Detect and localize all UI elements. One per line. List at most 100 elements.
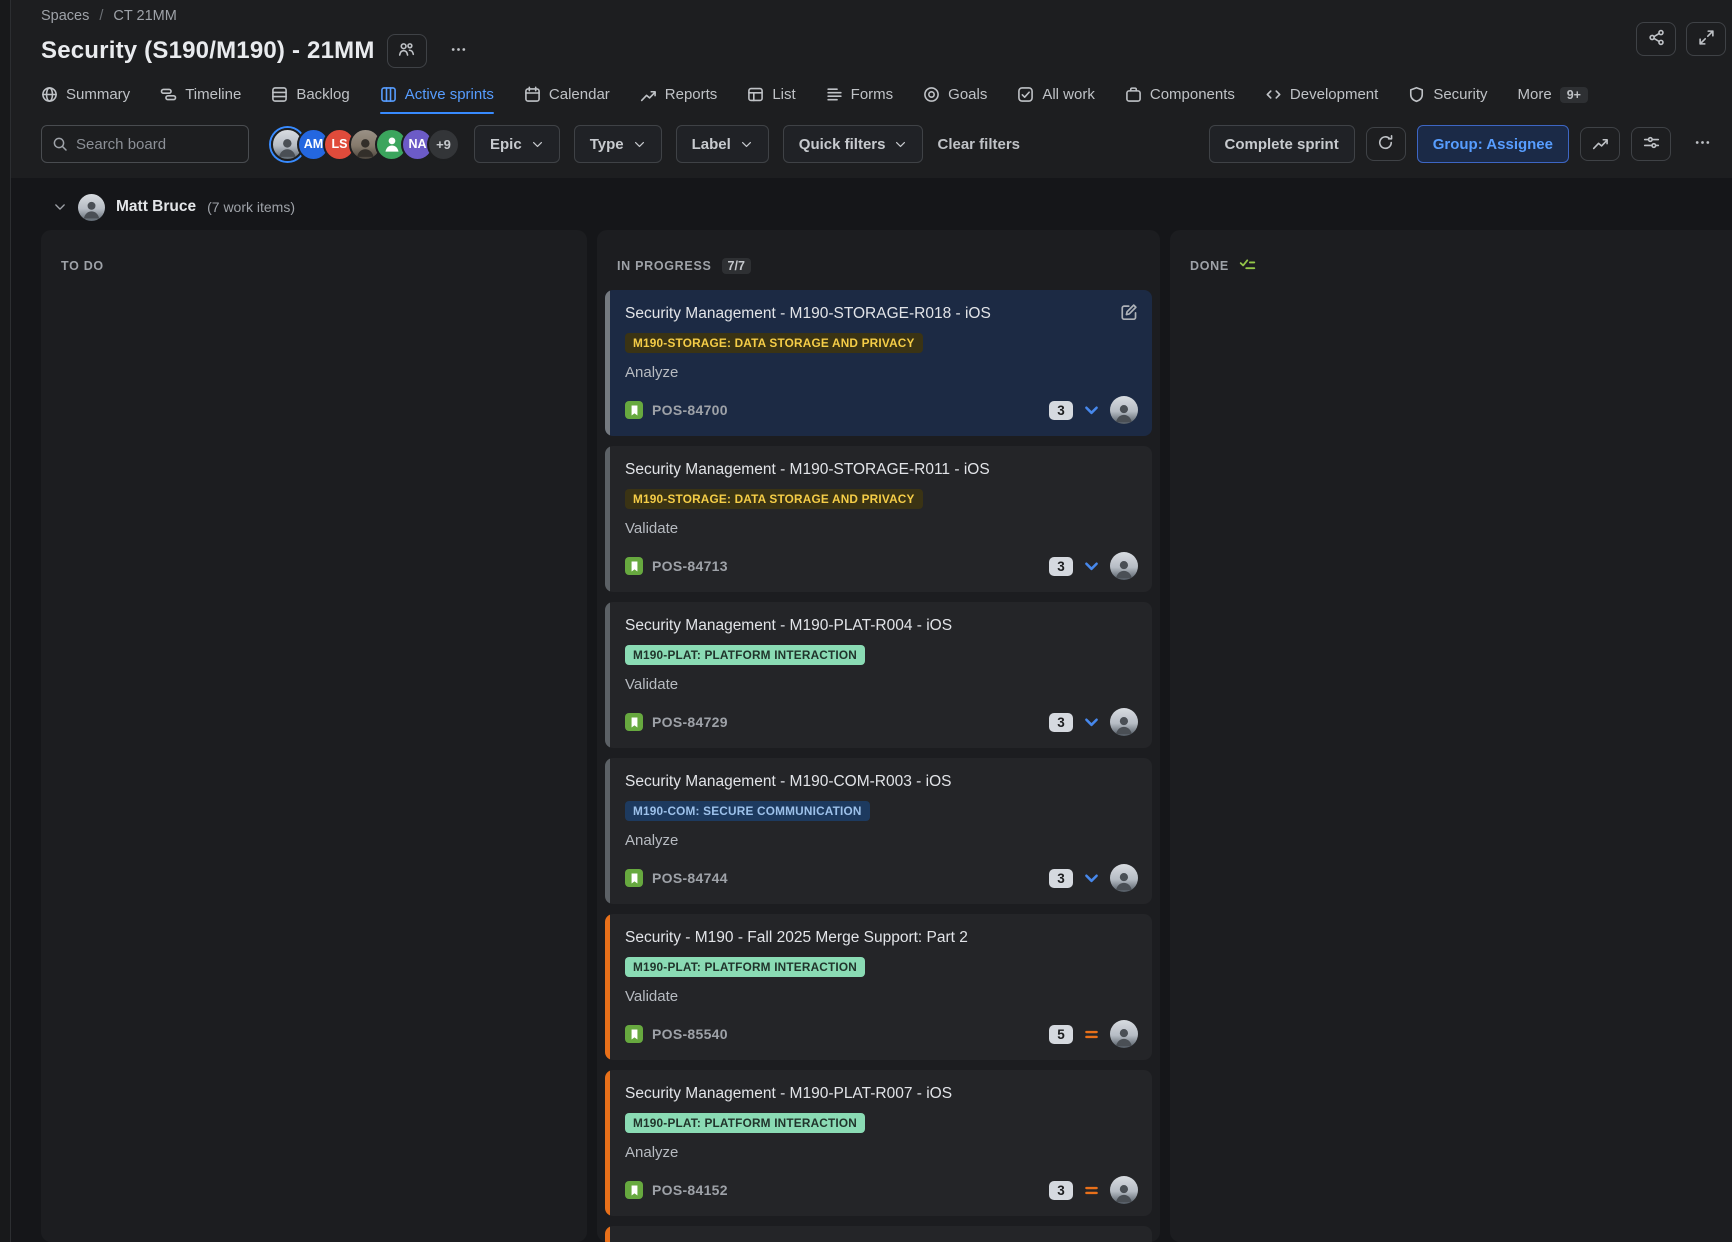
clear-filters-button[interactable]: Clear filters <box>937 136 1020 153</box>
story-points-badge: 3 <box>1049 401 1073 420</box>
story-type-icon <box>625 1025 643 1043</box>
issue-status: Analyze <box>625 832 1138 849</box>
label-dropdown[interactable]: Label <box>676 125 769 163</box>
refresh-button[interactable] <box>1366 127 1406 161</box>
timeline-icon <box>160 86 177 103</box>
epic-dropdown[interactable]: Epic <box>474 125 560 163</box>
team-button[interactable] <box>387 34 427 68</box>
column-title: IN PROGRESS <box>617 259 712 273</box>
edit-icon <box>1120 303 1138 321</box>
assignee-avatar <box>1110 864 1138 892</box>
search-input[interactable] <box>76 136 238 153</box>
issue-title: Security Management - M190-COM-R003 - iO… <box>625 771 1138 792</box>
sliders-icon <box>1643 134 1660 154</box>
chevron-down-icon <box>531 138 544 151</box>
filter-bar: AMLSNA+9 Epic Type Label Quick filters C… <box>0 124 1732 164</box>
tab-active-sprints[interactable]: Active sprints <box>380 86 494 114</box>
tab-reports[interactable]: Reports <box>640 86 718 114</box>
issue-title: Security Management - M190-PLAT-R007 - i… <box>625 1083 1138 1104</box>
swimlane-header[interactable]: Matt Bruce (7 work items) <box>41 178 295 230</box>
chart-line-icon <box>1592 134 1609 154</box>
story-type-icon <box>625 869 643 887</box>
expand-icon <box>1698 29 1715 49</box>
reports-icon <box>640 86 657 103</box>
issue-title: Security - M190 - Fall 2025 Merge Suppor… <box>625 927 1138 948</box>
issue-status: Validate <box>625 676 1138 693</box>
issue-card[interactable]: Security - M190 - Fall 2025 Merge Suppor… <box>605 914 1152 1060</box>
done-checklist-icon <box>1239 258 1256 275</box>
tab-all-work[interactable]: All work <box>1017 86 1095 114</box>
story-type-icon <box>625 401 643 419</box>
issue-card[interactable]: Security Management - M190-COM-R003 - iO… <box>605 758 1152 904</box>
breadcrumb-project[interactable]: CT 21MM <box>113 8 176 24</box>
tab-development[interactable]: Development <box>1265 86 1378 114</box>
breadcrumb-spaces[interactable]: Spaces <box>41 8 89 24</box>
column-count-badge: 7/7 <box>722 258 751 274</box>
header-more-button[interactable] <box>439 34 479 68</box>
issue-card[interactable]: Security Management - M190-PLAT-R007 - i… <box>605 1070 1152 1216</box>
share-button[interactable] <box>1636 22 1676 56</box>
table-icon <box>747 86 764 103</box>
page-header: Spaces / CT 21MM Security (S190/M190) - … <box>0 0 1732 114</box>
board-actions: Complete sprint Group: Assignee <box>1209 125 1722 163</box>
all-work-icon <box>1017 86 1034 103</box>
issue-card[interactable]: Security Management - M190-PLAT-R004 - i… <box>605 602 1152 748</box>
group-by-button[interactable]: Group: Assignee <box>1417 125 1569 163</box>
issue-status: Analyze <box>625 364 1138 381</box>
collapse-chevron-icon[interactable] <box>53 200 67 214</box>
refresh-icon <box>1377 134 1394 154</box>
complete-sprint-button[interactable]: Complete sprint <box>1209 125 1355 163</box>
issue-label-badge: M190-COM: SECURE COMMUNICATION <box>625 801 870 821</box>
tab-forms[interactable]: Forms <box>826 86 894 114</box>
type-dropdown[interactable]: Type <box>574 125 662 163</box>
filter-avatar-9[interactable]: +9 <box>427 128 460 161</box>
story-points-badge: 3 <box>1049 557 1073 576</box>
tab-more[interactable]: More 9+ <box>1518 86 1588 114</box>
story-points-badge: 5 <box>1049 1025 1073 1044</box>
assignee-avatar <box>1110 708 1138 736</box>
board-more-button[interactable] <box>1682 127 1722 161</box>
story-points-badge: 3 <box>1049 869 1073 888</box>
development-icon <box>1265 86 1282 103</box>
tab-calendar[interactable]: Calendar <box>524 86 610 114</box>
filter-dropdowns: Epic Type Label Quick filters <box>474 125 923 163</box>
expand-button[interactable] <box>1686 22 1726 56</box>
tab-list[interactable]: List <box>747 86 795 114</box>
tab-components[interactable]: Components <box>1125 86 1235 114</box>
view-settings-button[interactable] <box>1631 127 1671 161</box>
issue-label-badge: M190-PLAT: PLATFORM INTERACTION <box>625 957 865 977</box>
story-type-icon <box>625 557 643 575</box>
tab-backlog[interactable]: Backlog <box>271 86 349 114</box>
issue-title: Security Management - M190-STORAGE-R011 … <box>625 459 1138 480</box>
issue-label-badge: M190-STORAGE: DATA STORAGE AND PRIVACY <box>625 333 923 353</box>
tab-summary[interactable]: Summary <box>41 86 130 114</box>
issue-key: POS-84744 <box>652 870 728 886</box>
issue-key: POS-84713 <box>652 558 728 574</box>
swimlane-name: Matt Bruce <box>116 198 196 216</box>
tab-goals[interactable]: Goals <box>923 86 987 114</box>
backlog-icon <box>271 86 288 103</box>
calendar-icon <box>524 86 541 103</box>
shield-icon <box>1408 86 1425 103</box>
forms-icon <box>826 86 843 103</box>
edit-summary-button[interactable] <box>1120 303 1138 321</box>
issue-status: Validate <box>625 988 1138 1005</box>
globe-icon <box>41 86 58 103</box>
column-to-do: TO DO <box>41 230 587 1242</box>
issue-card[interactable]: Security Management - M190-STORAGE-R011 … <box>605 446 1152 592</box>
assignee-avatar <box>1110 1176 1138 1204</box>
minor-priority-icon <box>1082 869 1101 888</box>
tab-timeline[interactable]: Timeline <box>160 86 241 114</box>
chevron-down-icon <box>894 138 907 151</box>
quick-filters-dropdown[interactable]: Quick filters <box>783 125 924 163</box>
issue-card[interactable] <box>605 1226 1152 1242</box>
goals-icon <box>923 86 940 103</box>
header-actions <box>1636 22 1726 56</box>
issue-key: POS-85540 <box>652 1026 728 1042</box>
tab-security[interactable]: Security <box>1408 86 1487 114</box>
tab-more-count-badge: 9+ <box>1560 87 1588 103</box>
swimlane-avatar <box>78 194 105 221</box>
insights-button[interactable] <box>1580 127 1620 161</box>
issue-card[interactable]: Security Management - M190-STORAGE-R018 … <box>605 290 1152 436</box>
column-title: DONE <box>1190 259 1229 273</box>
